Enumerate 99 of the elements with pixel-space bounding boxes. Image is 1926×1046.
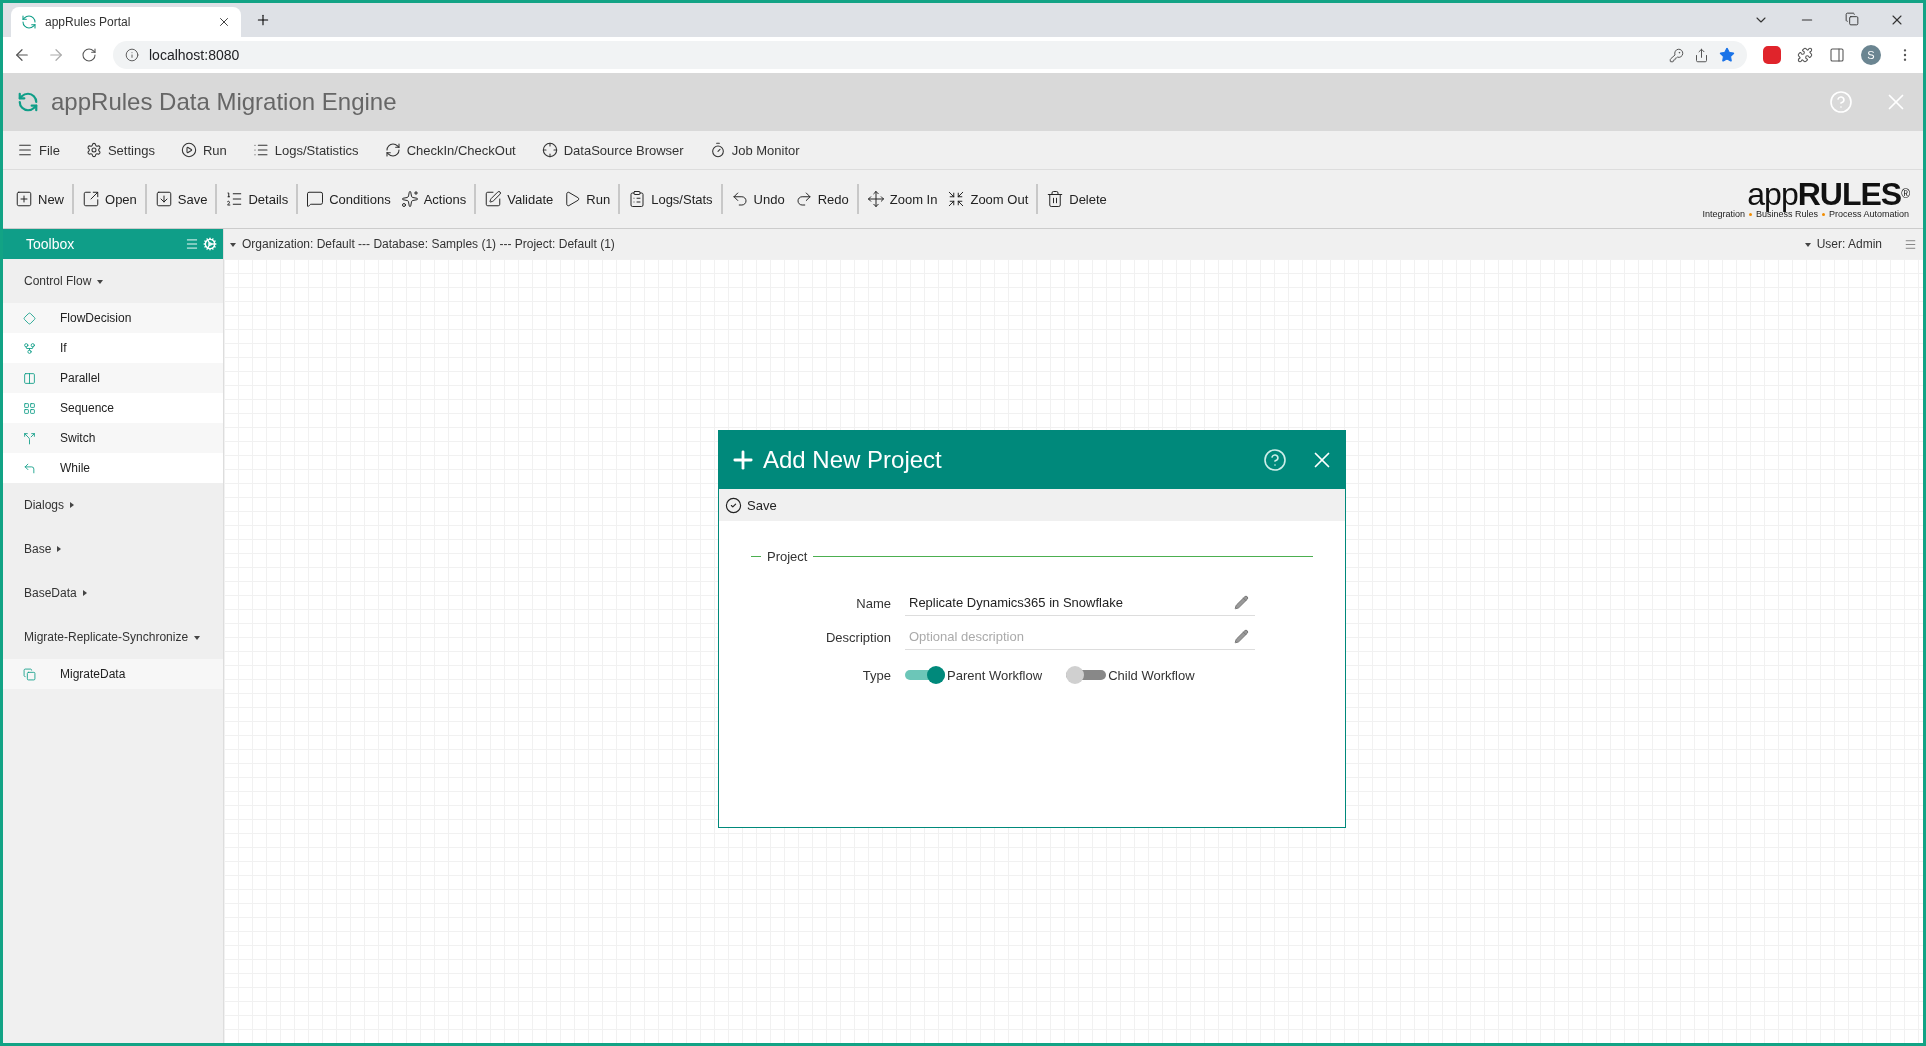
undo-icon bbox=[730, 190, 749, 208]
menu-item[interactable]: Job Monitor bbox=[709, 142, 800, 158]
option-label: Child Workflow bbox=[1108, 667, 1195, 683]
plus-square-icon bbox=[15, 190, 33, 208]
field-label: Description bbox=[824, 629, 891, 645]
menu-item[interactable]: Settings bbox=[85, 142, 155, 158]
toolbox-item[interactable]: MigrateData bbox=[3, 659, 223, 689]
puzzle-icon[interactable] bbox=[1797, 47, 1813, 63]
toolbox-item[interactable]: If bbox=[3, 333, 223, 363]
check-circle-icon bbox=[725, 496, 742, 514]
toolbar-button[interactable]: Redo bbox=[792, 190, 851, 208]
profile-avatar[interactable]: S bbox=[1861, 45, 1881, 65]
clipboard-icon bbox=[628, 190, 647, 208]
menu-item[interactable]: Logs/Statistics bbox=[252, 142, 359, 158]
refresh-icon bbox=[384, 142, 401, 158]
grid-icon bbox=[23, 401, 36, 415]
open-window-icon bbox=[82, 190, 100, 208]
text-field[interactable]: Optional description bbox=[905, 624, 1255, 650]
toolbox-item[interactable]: Switch bbox=[3, 423, 223, 453]
url-text: localhost:8080 bbox=[149, 47, 241, 63]
option-label: Parent Workflow bbox=[947, 667, 1043, 683]
toolbar-button[interactable]: Logs/Stats bbox=[626, 190, 715, 208]
toolbox-title: Toolbox bbox=[26, 236, 76, 252]
shrink-icon bbox=[947, 190, 966, 208]
info-icon bbox=[125, 48, 139, 62]
move-arrows-icon bbox=[866, 190, 885, 208]
toolbar-button[interactable]: Undo bbox=[728, 190, 787, 208]
pencil-icon[interactable] bbox=[1234, 595, 1249, 610]
gear-icon[interactable] bbox=[203, 237, 217, 251]
menu-icon[interactable] bbox=[1904, 237, 1917, 251]
tagline-text: Process Automation bbox=[1828, 209, 1909, 219]
toolbar-button[interactable]: Run bbox=[561, 190, 613, 208]
tab-title: appRules Portal bbox=[45, 15, 132, 29]
redo-icon bbox=[794, 190, 813, 208]
play-icon bbox=[563, 190, 582, 208]
app-title: appRules Data Migration Engine bbox=[51, 88, 398, 116]
sparkle-icon bbox=[400, 190, 419, 208]
new-tab-icon[interactable] bbox=[255, 12, 271, 28]
address-bar[interactable]: localhost:8080 bbox=[113, 41, 1747, 69]
toolbar-button[interactable]: Open bbox=[80, 190, 139, 208]
list-icon bbox=[252, 142, 269, 158]
breadcrumb-text: Organization: Default --- Database: Samples (1) --- Project: Default (1) bbox=[242, 237, 616, 251]
side-panel-icon[interactable] bbox=[1829, 47, 1845, 63]
text-field[interactable]: Replicate Dynamics365 in Snowflake bbox=[905, 590, 1255, 616]
reload-icon[interactable] bbox=[81, 47, 97, 63]
crosshair-icon bbox=[541, 142, 558, 158]
toolbar-button[interactable]: Save bbox=[152, 190, 210, 208]
toolbar-button[interactable]: Conditions bbox=[304, 190, 393, 208]
toggle-switch[interactable] bbox=[1066, 666, 1107, 684]
toolbar-button[interactable]: Details bbox=[223, 190, 291, 208]
trash-icon bbox=[1046, 190, 1065, 208]
close-icon[interactable] bbox=[217, 15, 231, 29]
toolbox-item[interactable]: Parallel bbox=[3, 363, 223, 393]
share-icon bbox=[1694, 47, 1709, 63]
dot-icon bbox=[1821, 212, 1825, 216]
columns-icon bbox=[23, 371, 36, 385]
loop-arrow-icon bbox=[23, 461, 36, 475]
details-list-icon bbox=[225, 190, 244, 208]
toolbar-button[interactable]: Actions bbox=[398, 190, 469, 208]
toolbox-item[interactable]: While bbox=[3, 453, 223, 483]
save-button[interactable]: Save bbox=[723, 496, 779, 514]
pencil-icon[interactable] bbox=[1234, 629, 1249, 644]
menu-item[interactable]: File bbox=[17, 142, 60, 158]
stopwatch-icon bbox=[709, 142, 726, 158]
browser-tab[interactable]: appRules Portal bbox=[11, 7, 241, 37]
key-icon bbox=[1669, 47, 1684, 63]
forward-icon[interactable] bbox=[47, 46, 65, 64]
help-icon[interactable] bbox=[1263, 448, 1287, 472]
speech-bubble-icon bbox=[306, 190, 325, 208]
tagline-text: Integration bbox=[1702, 209, 1745, 219]
toolbar-button[interactable]: New bbox=[13, 190, 66, 208]
dialog-title: Add New Project bbox=[763, 446, 943, 474]
copy-icon bbox=[23, 667, 36, 681]
toolbar-button[interactable]: Validate bbox=[482, 190, 556, 208]
back-icon[interactable] bbox=[13, 46, 31, 64]
restore-icon[interactable] bbox=[1845, 12, 1859, 26]
toggle-switch[interactable] bbox=[905, 666, 945, 684]
user-label[interactable]: User: Admin bbox=[1816, 237, 1882, 251]
toolbar-button[interactable]: Zoom In bbox=[864, 190, 940, 208]
edit-icon bbox=[484, 190, 503, 208]
play-icon bbox=[180, 142, 197, 158]
split-icon bbox=[23, 431, 36, 445]
gear-icon bbox=[85, 142, 102, 158]
toolbar-button[interactable]: Zoom Out bbox=[945, 190, 1031, 208]
section-legend: Project bbox=[767, 549, 808, 564]
tagline-text: Business Rules bbox=[1755, 209, 1818, 219]
diamond-icon bbox=[23, 311, 36, 325]
field-label: Type bbox=[861, 667, 891, 683]
toolbar-button[interactable]: Delete bbox=[1044, 190, 1109, 208]
fork-icon bbox=[23, 341, 36, 355]
menu-item[interactable]: DataSource Browser bbox=[541, 142, 684, 158]
toolbox-item[interactable]: FlowDecision bbox=[3, 303, 223, 333]
toolbox-item[interactable]: Sequence bbox=[3, 393, 223, 423]
star-icon bbox=[1719, 47, 1735, 63]
menu-icon bbox=[17, 142, 33, 158]
dot-icon bbox=[1748, 212, 1752, 216]
field-label: Name bbox=[855, 595, 891, 611]
menu-item[interactable]: CheckIn/CheckOut bbox=[384, 142, 516, 158]
menu-item[interactable]: Run bbox=[180, 142, 227, 158]
